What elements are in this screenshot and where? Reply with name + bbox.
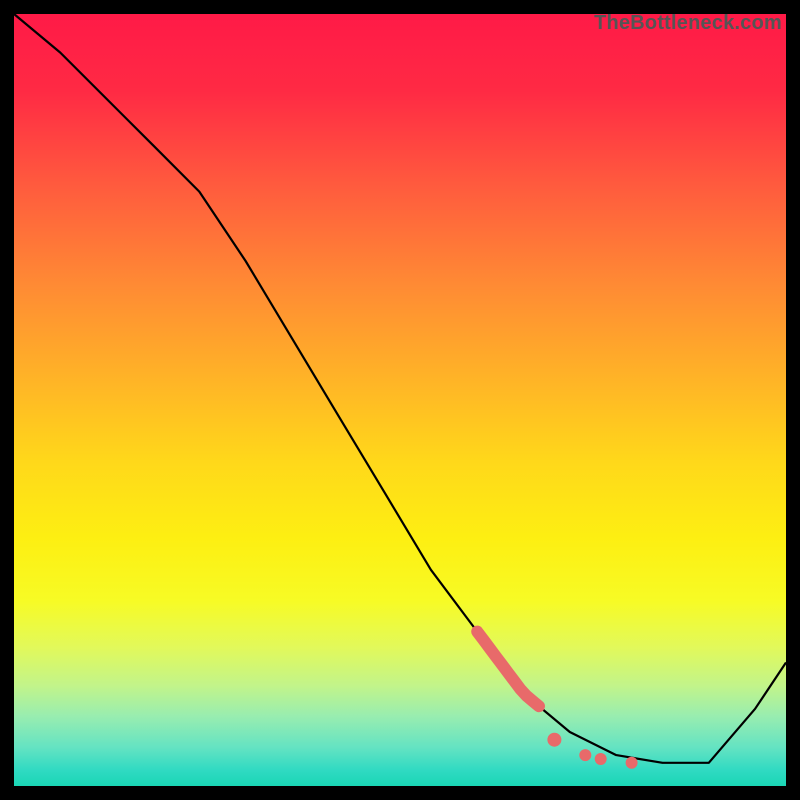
curve-line [14,14,786,763]
highlight-dot [626,757,638,769]
highlight-group [477,632,637,769]
chart-frame: TheBottleneck.com [0,0,800,800]
highlight-dot [547,733,561,747]
chart-svg [14,14,786,786]
highlight-dot [579,749,591,761]
plot-area: TheBottleneck.com [14,14,786,786]
highlight-dot [595,753,607,765]
highlight-segment [477,632,539,707]
